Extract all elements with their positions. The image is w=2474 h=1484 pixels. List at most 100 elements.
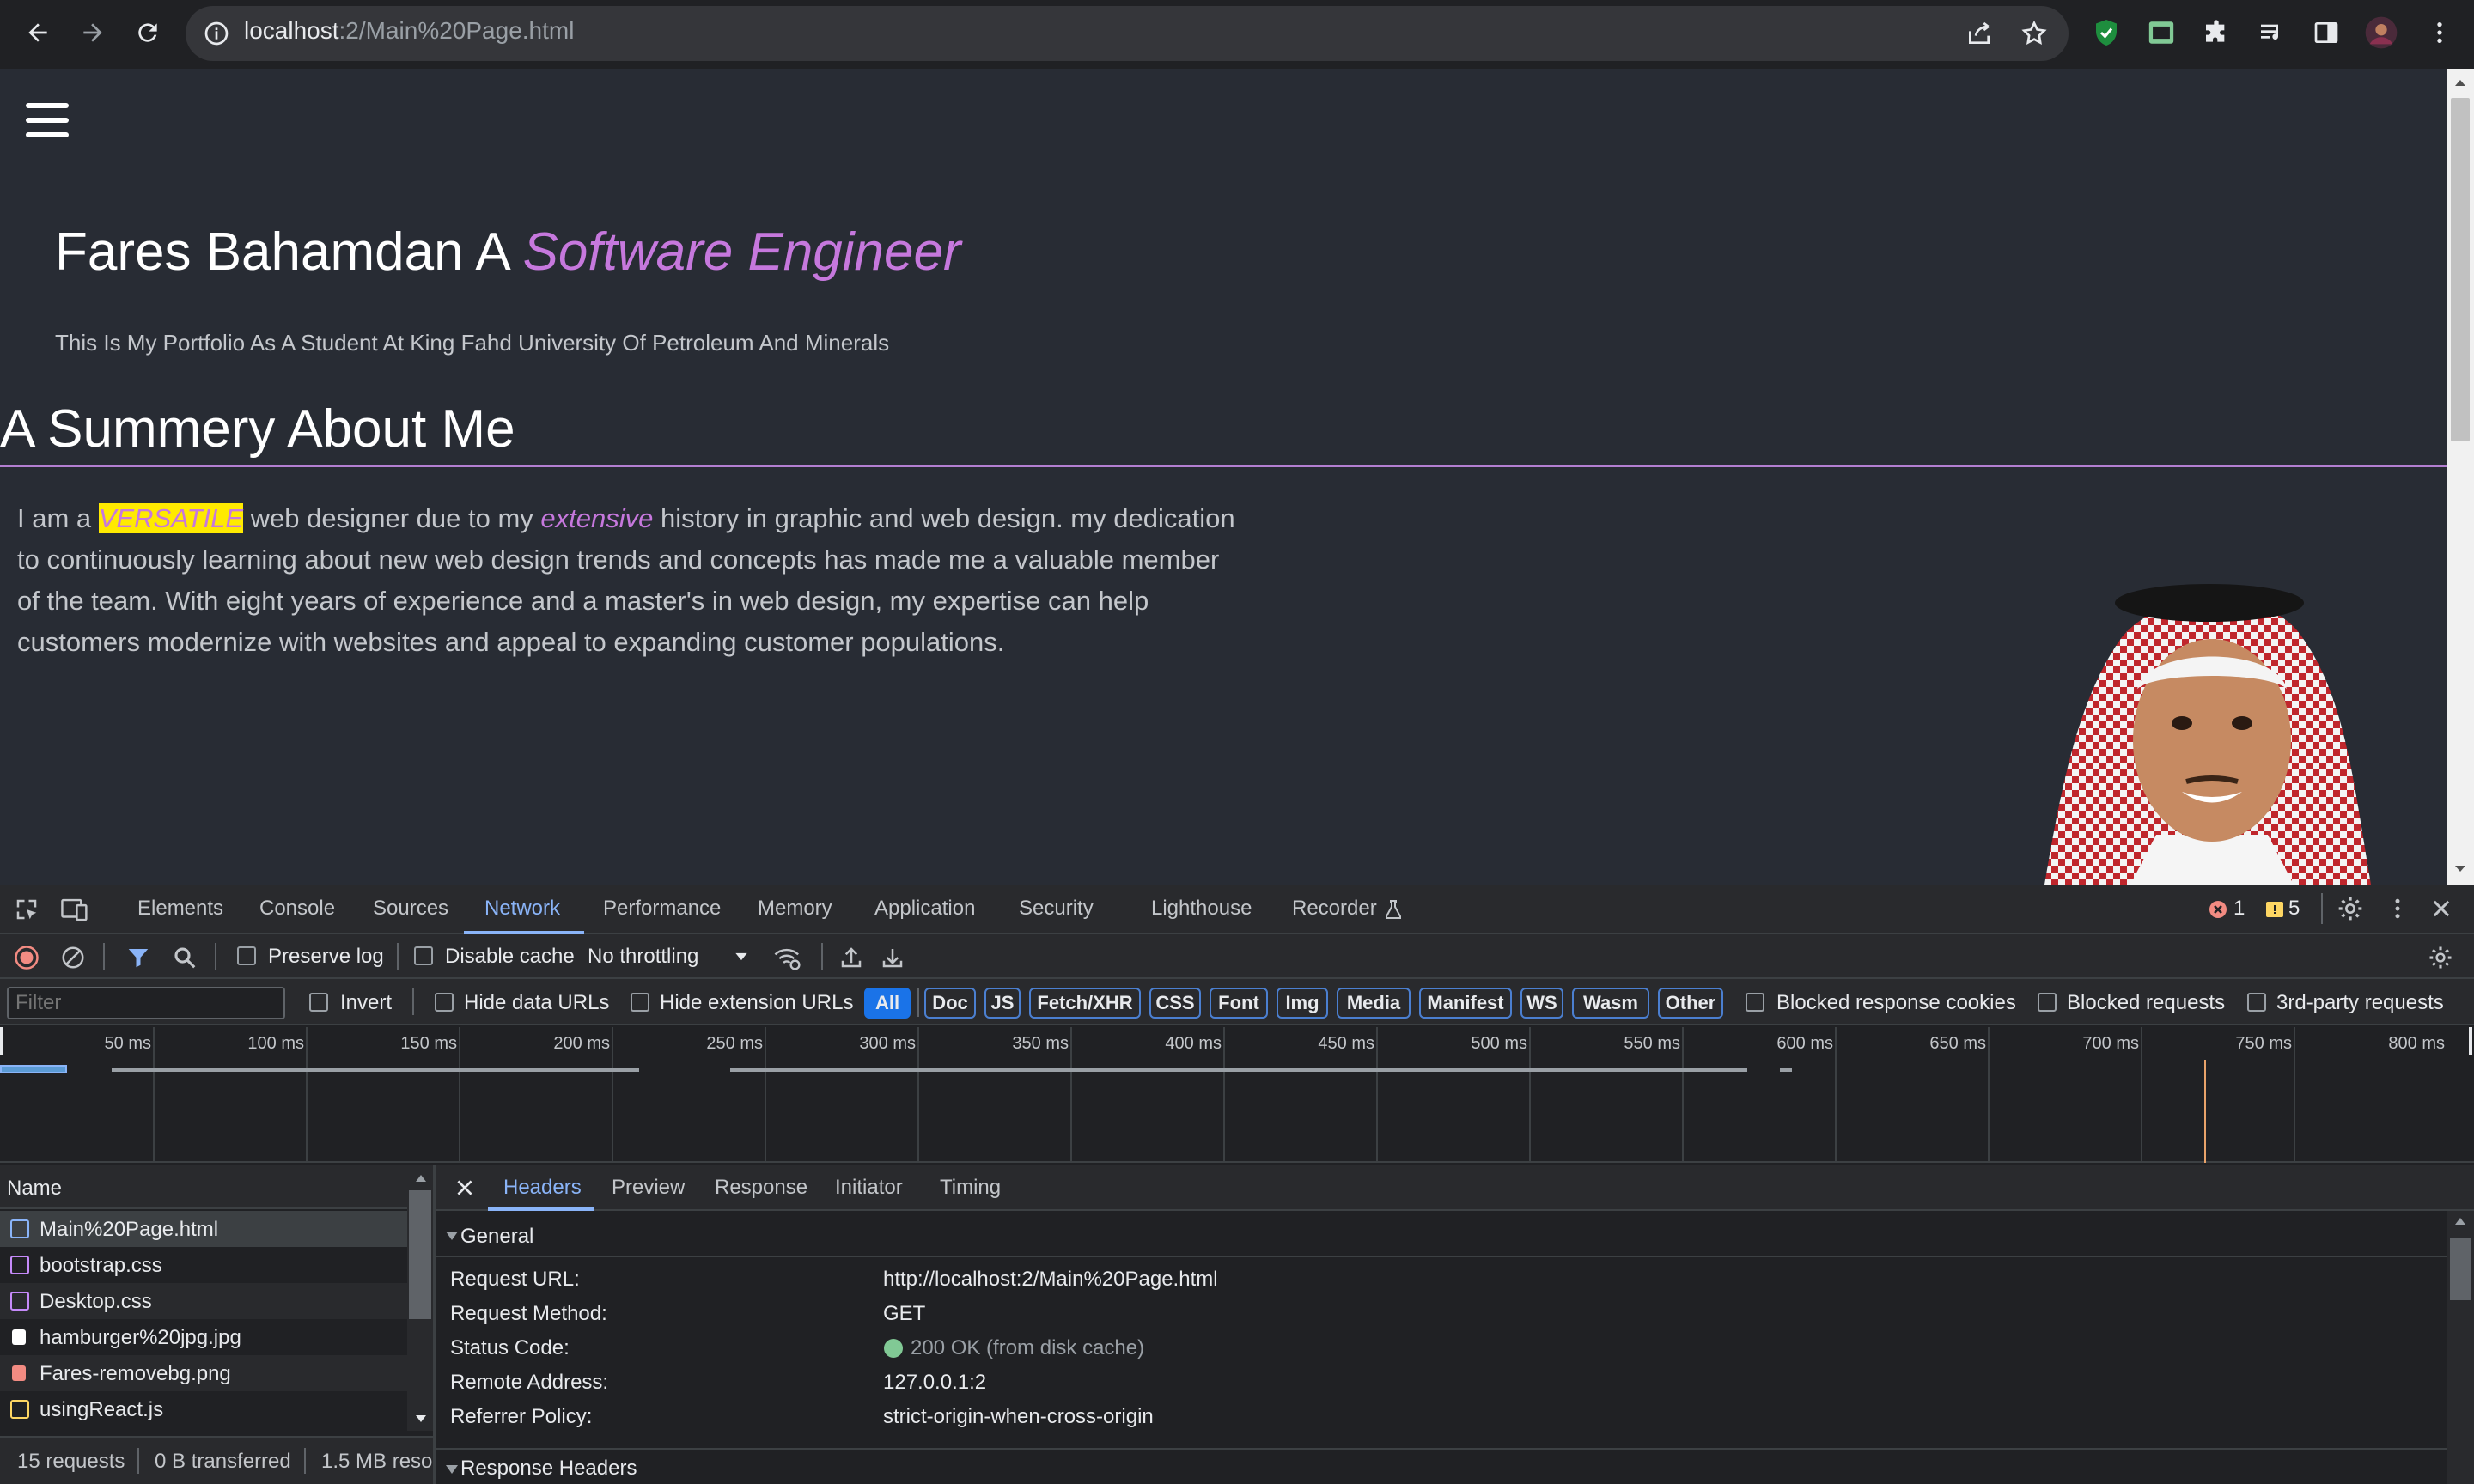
third-party-requests-checkbox[interactable] xyxy=(2247,993,2266,1012)
type-filter-css[interactable]: CSS xyxy=(1149,988,1201,1019)
extensions-button[interactable] xyxy=(2196,12,2237,53)
clear-icon[interactable] xyxy=(60,945,86,970)
error-icon[interactable] xyxy=(2208,899,2228,920)
type-filter-doc[interactable]: Doc xyxy=(924,988,976,1019)
image-icon xyxy=(12,1365,26,1381)
type-filter-manifest[interactable]: Manifest xyxy=(1419,988,1512,1019)
blocked-requests-checkbox[interactable] xyxy=(2038,993,2057,1012)
tab-console[interactable]: Console xyxy=(259,897,335,921)
request-row[interactable]: Desktop.css xyxy=(0,1283,407,1319)
record-stop-icon[interactable] xyxy=(14,945,40,970)
disable-cache-checkbox[interactable] xyxy=(414,946,433,965)
preserve-log-checkbox[interactable] xyxy=(237,946,256,965)
hide-extension-urls-checkbox[interactable] xyxy=(631,993,649,1012)
warning-icon[interactable] xyxy=(2264,899,2285,920)
inspect-element-icon[interactable] xyxy=(14,897,40,922)
address-bar[interactable]: localhost:2/Main%20Page.html xyxy=(186,6,2069,61)
details-scroll-thumb[interactable] xyxy=(2450,1238,2471,1300)
invert-checkbox[interactable] xyxy=(309,993,328,1012)
details-scrollbar[interactable] xyxy=(2447,1211,2474,1484)
hamburger-menu-icon[interactable] xyxy=(26,101,69,139)
error-count[interactable]: 1 xyxy=(2233,897,2245,921)
request-row[interactable]: usingReact.js xyxy=(0,1391,407,1427)
details-tab-initiator[interactable]: Initiator xyxy=(835,1176,903,1200)
device-toolbar-icon[interactable] xyxy=(60,897,89,922)
tab-security[interactable]: Security xyxy=(1019,897,1094,921)
disable-cache-label: Disable cache xyxy=(445,945,575,968)
back-button[interactable] xyxy=(17,12,58,53)
filter-funnel-icon[interactable] xyxy=(125,945,151,970)
toolbar-divider xyxy=(2321,893,2323,924)
details-tab-headers[interactable]: Headers xyxy=(503,1176,582,1200)
tab-network[interactable]: Network xyxy=(484,897,560,921)
share-icon[interactable] xyxy=(1965,20,1993,47)
scroll-up-arrow-icon[interactable] xyxy=(414,1173,428,1183)
request-row[interactable]: Fares-removebg.png xyxy=(0,1355,407,1391)
header-key: Status Code: xyxy=(450,1336,570,1359)
type-filter-js[interactable]: JS xyxy=(984,988,1021,1019)
scroll-down-arrow-icon[interactable] xyxy=(414,1414,428,1424)
request-details-pane xyxy=(436,1165,2447,1484)
request-list-scroll-thumb[interactable] xyxy=(409,1190,431,1319)
blocked-response-cookies-checkbox[interactable] xyxy=(1746,993,1764,1012)
scroll-down-arrow-icon[interactable] xyxy=(2452,861,2469,878)
type-filter-all[interactable]: All xyxy=(864,988,911,1019)
side-panel-button[interactable] xyxy=(2306,12,2347,53)
tab-lighthouse[interactable]: Lighthouse xyxy=(1151,897,1252,921)
type-filter-ws[interactable]: WS xyxy=(1520,988,1563,1019)
bookmark-star-icon[interactable] xyxy=(2020,20,2048,47)
tab-elements[interactable]: Elements xyxy=(137,897,223,921)
extension-screen-button[interactable] xyxy=(2141,12,2182,53)
type-filter-font[interactable]: Font xyxy=(1210,988,1268,1019)
page-scrollbar-thumb[interactable] xyxy=(2451,98,2470,441)
hide-data-urls-checkbox[interactable] xyxy=(435,993,454,1012)
timeline-range-handle[interactable] xyxy=(2469,1027,2472,1055)
import-har-icon[interactable] xyxy=(838,945,864,970)
timeline-range-handle[interactable] xyxy=(0,1027,3,1055)
reload-icon xyxy=(138,23,157,42)
type-filter-fetch-xhr[interactable]: Fetch/XHR xyxy=(1029,988,1141,1019)
response-headers-section-header[interactable]: Response Headers xyxy=(436,1448,2447,1484)
tab-performance[interactable]: Performance xyxy=(603,897,721,921)
browser-menu-button[interactable] xyxy=(2419,12,2460,53)
tab-memory[interactable]: Memory xyxy=(758,897,832,921)
devtools-menu-icon[interactable] xyxy=(2385,895,2410,922)
type-filter-media[interactable]: Media xyxy=(1337,988,1411,1019)
network-conditions-icon[interactable] xyxy=(773,945,802,970)
filter-input[interactable] xyxy=(7,987,285,1019)
close-details-icon[interactable] xyxy=(454,1177,476,1199)
scroll-up-arrow-icon[interactable] xyxy=(2453,1216,2467,1226)
general-section-header[interactable]: General xyxy=(436,1216,2447,1257)
extension-shield-button[interactable] xyxy=(2086,12,2127,53)
site-info-icon[interactable] xyxy=(203,20,230,47)
details-tab-response[interactable]: Response xyxy=(715,1176,807,1200)
name-column-header[interactable]: Name xyxy=(7,1177,62,1201)
type-filter-other[interactable]: Other xyxy=(1658,988,1723,1019)
network-timeline-overview[interactable]: 50 ms 100 ms 150 ms 200 ms 250 ms 300 ms… xyxy=(0,1027,2474,1163)
timeline-tick-label: 450 ms xyxy=(1318,1034,1374,1053)
export-har-icon[interactable] xyxy=(880,945,905,970)
scroll-up-arrow-icon[interactable] xyxy=(2452,74,2469,91)
type-filter-wasm[interactable]: Wasm xyxy=(1572,988,1649,1019)
settings-gear-icon[interactable] xyxy=(2337,895,2364,922)
reload-button[interactable] xyxy=(127,12,168,53)
tab-recorder[interactable]: Recorder xyxy=(1292,897,1377,921)
details-tab-timing[interactable]: Timing xyxy=(940,1176,1001,1200)
tab-application[interactable]: Application xyxy=(874,897,975,921)
search-icon[interactable] xyxy=(172,945,198,970)
request-row[interactable]: hamburger%20jpg.jpg xyxy=(0,1319,407,1355)
chevron-down-icon[interactable] xyxy=(732,948,751,965)
request-list-scrollbar[interactable] xyxy=(407,1165,433,1431)
warning-count[interactable]: 5 xyxy=(2288,897,2300,921)
profile-avatar-button[interactable] xyxy=(2361,12,2402,53)
request-row[interactable]: bootstrap.css xyxy=(0,1247,407,1283)
close-devtools-icon[interactable] xyxy=(2429,897,2453,921)
details-tab-preview[interactable]: Preview xyxy=(612,1176,685,1200)
tab-sources[interactable]: Sources xyxy=(373,897,448,921)
throttling-select[interactable]: No throttling xyxy=(588,945,698,969)
type-filter-img[interactable]: Img xyxy=(1277,988,1328,1019)
forward-button[interactable] xyxy=(72,12,113,53)
network-settings-gear-icon[interactable] xyxy=(2428,945,2453,970)
media-control-button[interactable] xyxy=(2251,12,2292,53)
request-row[interactable]: Main%20Page.html xyxy=(0,1211,407,1247)
